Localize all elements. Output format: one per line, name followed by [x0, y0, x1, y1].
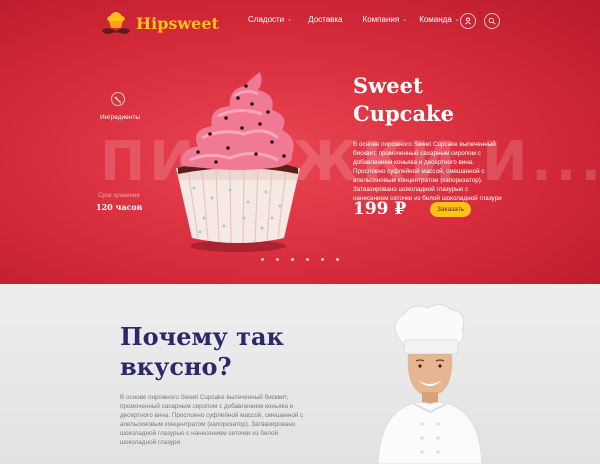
whisk-icon: [114, 96, 122, 104]
ingredients-label: Ингредиенты: [100, 114, 140, 121]
why-title-line1: Почему так: [120, 322, 284, 351]
chevron-down-icon: ⌄: [287, 17, 293, 23]
nav-item-label: Доставка: [308, 15, 343, 24]
hero-section: ПИРОЖКИ И... Hipsweet Сладости ⌄ Доставк…: [0, 0, 600, 284]
brand-name: Hipsweet: [136, 13, 219, 33]
shelf-life-value: 120 часов: [96, 202, 143, 212]
ingredients-button[interactable]: [111, 92, 125, 106]
nav-item-sweets[interactable]: Сладости ⌄: [248, 15, 292, 24]
user-button[interactable]: [460, 13, 476, 29]
shelf-life-label: Срок хранения: [98, 193, 140, 199]
slider-dots: [261, 258, 351, 261]
cupcake-mustache-logo-icon: [102, 12, 130, 34]
main-nav: Сладости ⌄ Доставка Компания ⌄ Команда ⌄: [248, 15, 460, 24]
slider-dot[interactable]: [261, 258, 264, 261]
brand-logo[interactable]: Hipsweet: [100, 8, 219, 38]
slider-dot[interactable]: [321, 258, 324, 261]
slider-dot[interactable]: [276, 258, 279, 261]
hero-title: Sweet Cupcake: [353, 72, 454, 128]
why-description: В основе пирожного Sweet Cupcake выпечен…: [120, 394, 304, 446]
cupcake-image: [176, 72, 300, 252]
search-button[interactable]: [484, 13, 500, 29]
nav-item-company[interactable]: Компания ⌄: [363, 15, 408, 24]
search-icon: [488, 17, 496, 25]
nav-item-label: Сладости: [248, 15, 285, 24]
hero-title-line1: Sweet: [353, 73, 423, 98]
chef-image: [377, 304, 483, 464]
nav-item-label: Компания: [362, 15, 400, 24]
price: 199 ₽: [353, 199, 407, 219]
why-section: Почему так вкусно? В основе пирожного Sw…: [0, 284, 600, 464]
hero-title-line2: Cupcake: [353, 101, 454, 126]
why-title-line2: вкусно?: [120, 352, 232, 381]
nav-item-delivery[interactable]: Доставка: [308, 15, 342, 24]
user-icon: [464, 17, 472, 25]
nav-item-team[interactable]: Команда ⌄: [419, 15, 460, 24]
slider-dot[interactable]: [306, 258, 309, 261]
hero-description: В основе пирожного Sweet Cupcake выпечен…: [353, 141, 502, 202]
slider-dot[interactable]: [291, 258, 294, 261]
chevron-down-icon: ⌄: [402, 17, 408, 23]
order-button[interactable]: Заказать: [430, 202, 471, 217]
slider-dot[interactable]: [336, 258, 339, 261]
why-title: Почему так вкусно?: [120, 322, 284, 382]
nav-item-label: Команда: [419, 15, 452, 24]
